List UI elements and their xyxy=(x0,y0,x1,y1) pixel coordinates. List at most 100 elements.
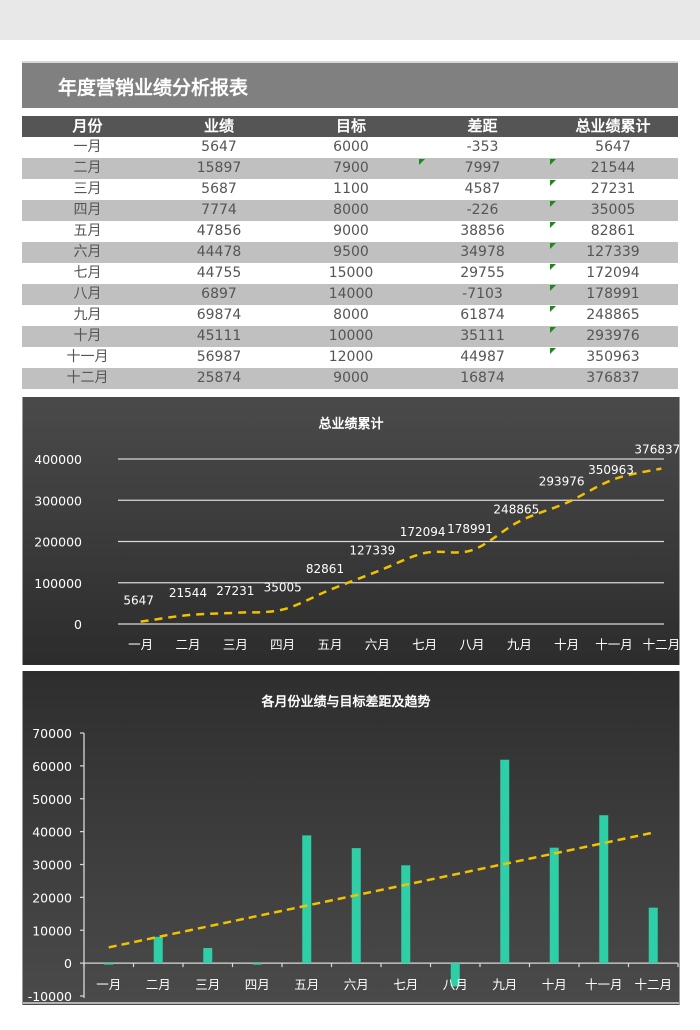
cumulative-cell[interactable]: 35005 xyxy=(548,200,678,221)
error-indicator-icon[interactable] xyxy=(550,180,556,186)
error-indicator-icon[interactable] xyxy=(550,348,556,354)
month-cell[interactable]: 一月 xyxy=(22,137,153,158)
sales-cell[interactable]: 25874 xyxy=(153,368,285,389)
month-cell[interactable]: 七月 xyxy=(22,263,153,284)
error-indicator-icon[interactable] xyxy=(550,285,556,291)
target-cell[interactable]: 9500 xyxy=(285,242,417,263)
cumulative-cell-text: 376837 xyxy=(586,370,640,386)
sales-cell[interactable]: 5647 xyxy=(153,137,285,158)
x-tick-label: 七月 xyxy=(393,977,418,992)
sales-cell[interactable]: 69874 xyxy=(153,305,285,326)
cumulative-cell-text: 293976 xyxy=(586,328,640,344)
month-cell[interactable]: 二月 xyxy=(22,158,153,179)
cumulative-cell[interactable]: 293976 xyxy=(548,326,678,347)
gap-cell-text: -353 xyxy=(466,139,499,155)
target-cell[interactable]: 9000 xyxy=(285,368,417,389)
gap-cell[interactable]: 7997 xyxy=(417,158,548,179)
target-cell[interactable]: 8000 xyxy=(285,305,417,326)
gap-cell[interactable]: 34978 xyxy=(417,242,548,263)
cumulative-cell[interactable]: 127339 xyxy=(548,242,678,263)
target-cell[interactable]: 8000 xyxy=(285,200,417,221)
error-indicator-icon[interactable] xyxy=(550,201,556,207)
cumulative-cell[interactable]: 27231 xyxy=(548,179,678,200)
error-indicator-icon[interactable] xyxy=(550,222,556,228)
sales-cell[interactable]: 47856 xyxy=(153,221,285,242)
gap-cell[interactable]: 29755 xyxy=(417,263,548,284)
gap-cell[interactable]: -226 xyxy=(417,200,548,221)
cumulative-cell[interactable]: 376837 xyxy=(548,368,678,389)
error-indicator-icon[interactable] xyxy=(550,159,556,165)
target-cell[interactable]: 15000 xyxy=(285,263,417,284)
cumulative-cell[interactable]: 248865 xyxy=(548,305,678,326)
sales-table: 月份 业绩 目标 差距 总业绩累计 一月 5647 6000 -353 5647 二月 15… xyxy=(22,116,678,389)
sales-cell[interactable]: 45111 xyxy=(153,326,285,347)
cumulative-cell[interactable]: 21544 xyxy=(548,158,678,179)
month-cell[interactable]: 四月 xyxy=(22,200,153,221)
sales-cell-text: 7774 xyxy=(201,202,237,218)
sales-cell[interactable]: 15897 xyxy=(153,158,285,179)
month-cell-text: 五月 xyxy=(73,223,102,239)
month-cell[interactable]: 五月 xyxy=(22,221,153,242)
data-label: 21544 xyxy=(169,586,207,600)
sales-cell[interactable]: 6897 xyxy=(153,284,285,305)
chart-title: 总业绩累计 xyxy=(318,416,383,432)
gap-cell-text: -226 xyxy=(466,202,499,218)
data-label: 172094 xyxy=(400,525,446,539)
error-indicator-icon[interactable] xyxy=(550,243,556,249)
sales-cell[interactable]: 44478 xyxy=(153,242,285,263)
cumulative-cell[interactable]: 350963 xyxy=(548,347,678,368)
gap-cell[interactable]: -353 xyxy=(417,137,548,158)
gap-cell[interactable]: 35111 xyxy=(417,326,548,347)
month-cell[interactable]: 三月 xyxy=(22,179,153,200)
gap-bar xyxy=(104,963,114,965)
gap-bar xyxy=(648,907,658,964)
cumulative-cell-text: 350963 xyxy=(586,349,640,365)
gap-cell[interactable]: 61874 xyxy=(417,305,548,326)
cumulative-cell[interactable]: 5647 xyxy=(548,137,678,158)
sales-cell[interactable]: 56987 xyxy=(153,347,285,368)
target-cell[interactable]: 9000 xyxy=(285,221,417,242)
data-label: 127339 xyxy=(349,543,395,557)
target-cell[interactable]: 12000 xyxy=(285,347,417,368)
gap-chart-svg: 各月份业绩与目标差距及趋势 -10000 0 10000 20000 30000 40000… xyxy=(23,694,679,1004)
sales-cell[interactable]: 44755 xyxy=(153,263,285,284)
y-tick-label: 0 xyxy=(74,617,82,632)
sales-cell-text: 6897 xyxy=(201,286,237,302)
gap-cell[interactable]: 16874 xyxy=(417,368,548,389)
table-header-row: 月份 业绩 目标 差距 总业绩累计 xyxy=(22,116,678,137)
gap-cell-text: 4587 xyxy=(464,181,501,197)
gap-trend-chart: 各月份业绩与目标差距及趋势 -10000 0 10000 20000 30000 40000… xyxy=(22,671,680,1005)
x-tick-label: 六月 xyxy=(365,637,390,652)
cumulative-cell[interactable]: 178991 xyxy=(548,284,678,305)
data-label: 35005 xyxy=(264,581,302,595)
table-row: 七月 44755 15000 29755 172094 xyxy=(22,263,678,284)
target-cell[interactable]: 10000 xyxy=(285,326,417,347)
target-cell[interactable]: 6000 xyxy=(285,137,417,158)
target-cell-text: 9000 xyxy=(333,370,369,386)
target-cell[interactable]: 7900 xyxy=(285,158,417,179)
month-cell[interactable]: 十二月 xyxy=(22,368,153,389)
header-target: 目标 xyxy=(335,117,366,135)
sales-cell[interactable]: 5687 xyxy=(153,179,285,200)
error-indicator-icon[interactable] xyxy=(419,159,425,165)
error-indicator-icon[interactable] xyxy=(550,306,556,312)
gap-cell[interactable]: 4587 xyxy=(417,179,548,200)
target-cell[interactable]: 1100 xyxy=(285,179,417,200)
gap-cell[interactable]: -7103 xyxy=(417,284,548,305)
month-cell[interactable]: 六月 xyxy=(22,242,153,263)
cumulative-cell[interactable]: 82861 xyxy=(548,221,678,242)
sales-cell[interactable]: 7774 xyxy=(153,200,285,221)
x-tick-label: 六月 xyxy=(344,977,369,992)
target-cell[interactable]: 14000 xyxy=(285,284,417,305)
error-indicator-icon[interactable] xyxy=(550,264,556,270)
month-cell[interactable]: 八月 xyxy=(22,284,153,305)
data-label: 350963 xyxy=(588,463,634,477)
gap-cell[interactable]: 44987 xyxy=(417,347,548,368)
gap-cell[interactable]: 38856 xyxy=(417,221,548,242)
month-cell[interactable]: 十一月 xyxy=(22,347,153,368)
month-cell[interactable]: 十月 xyxy=(22,326,153,347)
month-cell[interactable]: 九月 xyxy=(22,305,153,326)
cumulative-cell[interactable]: 172094 xyxy=(548,263,678,284)
error-indicator-icon[interactable] xyxy=(550,327,556,333)
x-tick-label: 一月 xyxy=(96,977,121,992)
